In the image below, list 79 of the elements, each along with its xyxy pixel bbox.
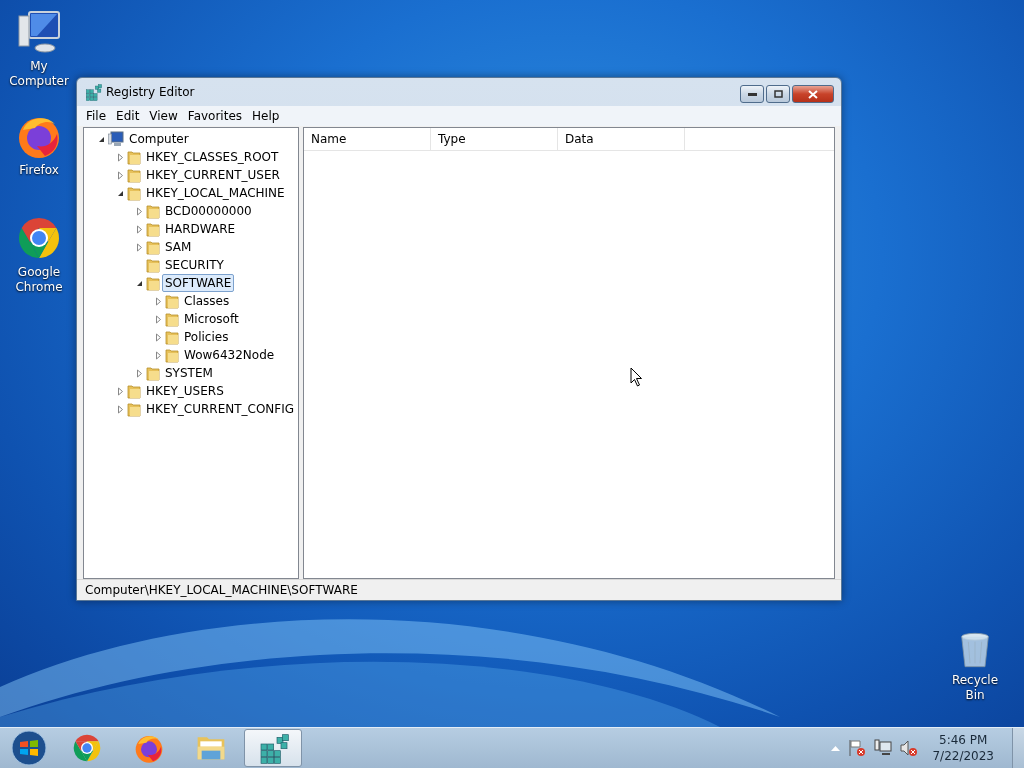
expand-arrow-icon[interactable] xyxy=(154,296,163,306)
maximize-button[interactable] xyxy=(766,85,790,103)
expand-arrow-icon[interactable] xyxy=(135,368,144,378)
tree-item[interactable]: HKEY_USERS xyxy=(143,382,227,400)
close-icon xyxy=(808,89,818,99)
expand-arrow-icon[interactable] xyxy=(135,242,144,252)
maximize-icon xyxy=(773,90,783,98)
minimize-button[interactable] xyxy=(740,85,764,103)
desktop-icon-label[interactable]: My Computer xyxy=(6,59,72,89)
tree-item[interactable]: Microsoft xyxy=(181,310,242,328)
registry-cubes-icon xyxy=(84,83,102,101)
menu-item[interactable]: View xyxy=(144,109,183,123)
desktop-icon-label[interactable]: Google Chrome xyxy=(6,265,72,295)
computer-icon xyxy=(108,131,124,147)
expand-arrow-icon[interactable] xyxy=(116,386,125,396)
window-title: Registry Editor xyxy=(106,85,196,99)
folder-icon xyxy=(146,257,160,273)
tree-item[interactable]: BCD00000000 xyxy=(162,202,255,220)
registry-cubes-icon xyxy=(257,732,289,764)
minimize-icon xyxy=(747,92,757,96)
tree-item[interactable]: Computer xyxy=(126,130,192,148)
folder-icon xyxy=(127,149,141,165)
desktop-icon-label[interactable]: Recycle Bin xyxy=(942,673,1008,703)
folder-icon xyxy=(146,239,160,255)
column-header[interactable]: Type xyxy=(431,128,558,150)
show-desktop-button[interactable] xyxy=(1012,728,1024,768)
folder-icon xyxy=(127,167,141,183)
expand-arrow-icon[interactable] xyxy=(116,404,125,414)
expand-arrow-icon[interactable] xyxy=(135,224,144,234)
menu-item[interactable]: Help xyxy=(247,109,285,123)
mouse-pointer-icon xyxy=(630,367,643,387)
show-hidden-icons-icon[interactable] xyxy=(831,745,841,751)
tree-item[interactable]: Classes xyxy=(181,292,233,310)
flag-icon[interactable] xyxy=(848,739,867,757)
taskbar-app-button[interactable] xyxy=(244,729,302,767)
tree-item[interactable]: HKEY_LOCAL_MACHINE xyxy=(143,184,288,202)
folder-icon xyxy=(165,347,179,363)
tree-item[interactable]: SYSTEM xyxy=(162,364,216,382)
network-icon[interactable] xyxy=(874,739,893,757)
folder-icon xyxy=(146,203,160,219)
clock[interactable]: 5:46 PM 7/22/2023 xyxy=(932,732,994,764)
tree-item[interactable]: HKEY_CURRENT_CONFIG xyxy=(143,400,298,418)
folder-icon xyxy=(165,311,179,327)
expand-arrow-icon[interactable] xyxy=(116,170,125,180)
folder-icon xyxy=(127,185,141,201)
folder-icon xyxy=(146,221,160,237)
tree-item[interactable]: SOFTWARE xyxy=(162,274,235,292)
clock-date: 7/22/2023 xyxy=(932,748,994,764)
tree-item[interactable]: HARDWARE xyxy=(162,220,239,238)
tree-item[interactable]: SECURITY xyxy=(162,256,227,274)
tree-item[interactable]: Policies xyxy=(181,328,232,346)
status-path: Computer\HKEY_LOCAL_MACHINE\SOFTWARE xyxy=(85,583,358,597)
tree-item[interactable]: Wow6432Node xyxy=(181,346,278,364)
clock-time: 5:46 PM xyxy=(939,732,988,748)
folder-icon xyxy=(165,329,179,345)
desktop-icon-label[interactable]: Firefox xyxy=(6,163,72,178)
windows-logo-icon xyxy=(11,730,47,766)
tree-item[interactable]: HKEY_CLASSES_ROOT xyxy=(143,148,282,166)
folder-icon xyxy=(146,365,160,381)
folder-icon xyxy=(127,383,141,399)
chrome-icon xyxy=(71,732,103,764)
expand-arrow-icon[interactable] xyxy=(116,152,125,162)
expand-arrow-icon[interactable] xyxy=(135,206,144,216)
menu-item[interactable]: Edit xyxy=(111,109,145,123)
expand-arrow-icon[interactable] xyxy=(154,332,163,342)
column-header[interactable]: Data xyxy=(558,128,685,150)
expand-arrow-icon[interactable] xyxy=(154,314,163,324)
menu-item[interactable]: Favorites xyxy=(182,109,248,123)
tree-item[interactable]: SAM xyxy=(162,238,195,256)
column-header[interactable]: Name xyxy=(304,128,431,150)
close-button[interactable] xyxy=(792,85,834,103)
tree-item[interactable]: HKEY_CURRENT_USER xyxy=(143,166,283,184)
speaker-muted-icon[interactable] xyxy=(900,739,919,757)
computer-icon xyxy=(15,8,63,56)
menu-item[interactable]: File xyxy=(81,109,112,123)
folder-icon xyxy=(146,275,160,291)
folder-icon xyxy=(165,293,179,309)
folder-icon xyxy=(127,401,141,417)
expand-arrow-icon[interactable] xyxy=(154,350,163,360)
